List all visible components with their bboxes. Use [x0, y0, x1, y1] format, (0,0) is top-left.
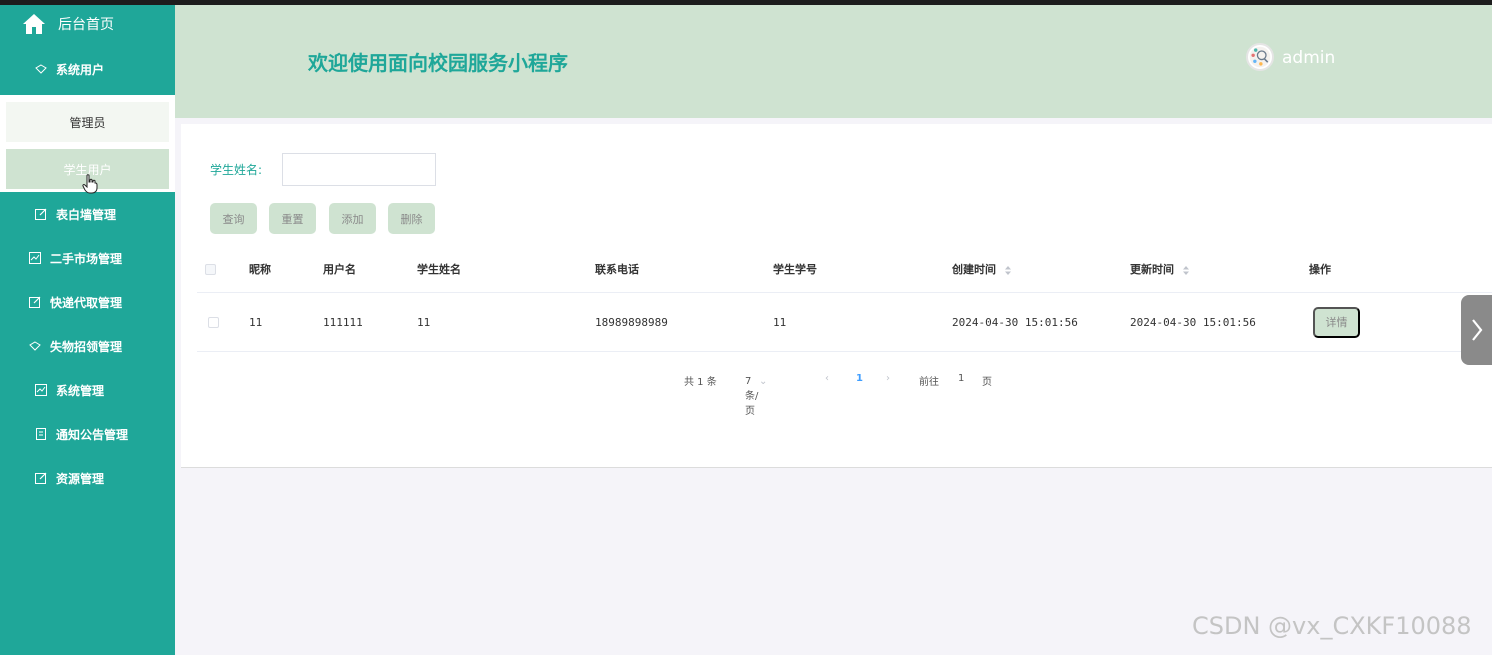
submenu-item-admin[interactable]: 管理员 [6, 102, 169, 142]
reset-button[interactable]: 重置 [269, 203, 316, 234]
add-button[interactable]: 添加 [329, 203, 376, 234]
edit-icon [28, 295, 42, 309]
sidebar-item-express[interactable]: 快递代取管理 [0, 280, 175, 324]
column-header-phone: 联系电话 [595, 263, 639, 276]
sidebar-item-notice[interactable]: 通知公告管理 [0, 412, 175, 456]
cell-updated: 2024-04-30 15:01:56 [1130, 315, 1256, 329]
chevron-right-icon [1472, 319, 1483, 341]
column-header-label: 创建时间 [952, 263, 996, 276]
sidebar-item-label: 失物招领管理 [50, 339, 123, 354]
page-number-current[interactable]: 1 [856, 373, 863, 384]
cell-nickname: 11 [249, 315, 263, 329]
sidebar-item-lost-found[interactable]: 失物招领管理 [0, 324, 175, 368]
cell-phone: 18989898989 [595, 315, 668, 329]
prev-page-icon[interactable]: ‹ [825, 373, 829, 384]
sidebar-item-label: 二手市场管理 [50, 251, 123, 266]
diamond-icon [34, 62, 48, 76]
goto-label: 前往 [919, 377, 939, 388]
column-header-created[interactable]: 创建时间 [952, 261, 1012, 277]
column-header-action: 操作 [1309, 263, 1331, 276]
column-header-updated[interactable]: 更新时间 [1130, 261, 1190, 277]
edit-icon [34, 207, 48, 221]
student-name-input[interactable] [282, 153, 436, 186]
page-title: 欢迎使用面向校园服务小程序 [308, 51, 568, 75]
watermark: CSDN @vx_CXKF10088 [1192, 612, 1472, 640]
chart-icon [34, 383, 48, 397]
cell-username: 111111 [323, 315, 363, 329]
avatar-image-icon [1249, 46, 1271, 68]
avatar[interactable] [1246, 43, 1274, 71]
expand-panel-button[interactable] [1461, 295, 1492, 365]
sidebar-item-system-users[interactable]: 系统用户 [0, 43, 175, 95]
sidebar-item-label: 系统用户 [56, 62, 105, 77]
sidebar-item-label: 系统管理 [56, 383, 105, 398]
top-header: 欢迎使用面向校园服务小程序 admin [175, 5, 1492, 118]
content-panel: 学生姓名: 查询 重置 添加 删除 昵称 用户名 学生姓名 联系电话 学生学号 … [181, 124, 1492, 468]
delete-button[interactable]: 删除 [388, 203, 435, 234]
sort-icon[interactable] [1182, 265, 1190, 276]
sidebar-item-label: 快递代取管理 [50, 295, 123, 310]
query-button[interactable]: 查询 [210, 203, 257, 234]
sidebar-item-resources[interactable]: 资源管理 [0, 456, 175, 500]
home-icon [23, 14, 45, 34]
hand-cursor-icon [82, 174, 98, 194]
next-page-icon[interactable]: › [886, 373, 890, 384]
username[interactable]: admin [1282, 48, 1335, 68]
sidebar-home[interactable]: 后台首页 [0, 5, 175, 43]
cell-student-id: 11 [773, 315, 787, 329]
sidebar-item-confession-wall[interactable]: 表白墙管理 [0, 192, 175, 236]
edit-icon [34, 471, 48, 485]
sidebar: 后台首页 系统用户 管理员 学生用户 表白墙管理 二手市场管理 快递代取管理 失… [0, 5, 175, 655]
column-header-student-id: 学生学号 [773, 263, 817, 276]
column-header-username: 用户名 [323, 263, 356, 276]
page-suffix: 页 [982, 377, 992, 388]
table-row: 11 111111 11 18989898989 11 2024-04-30 1… [197, 293, 1492, 352]
sidebar-item-label: 资源管理 [56, 471, 105, 486]
sidebar-home-label: 后台首页 [58, 17, 114, 33]
sort-icon[interactable] [1004, 265, 1012, 276]
search-label: 学生姓名: [210, 163, 263, 177]
column-header-nickname: 昵称 [249, 263, 271, 276]
column-header-label: 更新时间 [1130, 263, 1174, 276]
users-table: 昵称 用户名 学生姓名 联系电话 学生学号 创建时间 更新时间 操作 11 11… [197, 246, 1492, 352]
sidebar-item-label: 通知公告管理 [56, 427, 129, 442]
page-size-value: 7条/页 [745, 376, 759, 417]
goto-input[interactable]: 1 [958, 373, 964, 384]
table-header: 昵称 用户名 学生姓名 联系电话 学生学号 创建时间 更新时间 操作 [197, 246, 1492, 293]
sidebar-item-system[interactable]: 系统管理 [0, 368, 175, 412]
sidebar-item-second-hand[interactable]: 二手市场管理 [0, 236, 175, 280]
select-all-checkbox[interactable] [205, 263, 216, 275]
diamond-icon [28, 339, 42, 353]
document-icon [34, 427, 48, 441]
cell-created: 2024-04-30 15:01:56 [952, 315, 1078, 329]
row-checkbox[interactable] [208, 316, 219, 328]
cell-student-name: 11 [417, 315, 431, 329]
pagination: 共 1 条 7条/页 ⌄ ‹ 1 › 前往 1 页 [181, 370, 1492, 417]
sidebar-item-label: 表白墙管理 [56, 207, 117, 222]
pagination-total: 共 1 条 [684, 377, 717, 388]
detail-button[interactable]: 详情 [1313, 306, 1360, 338]
chart-icon [28, 251, 42, 265]
column-header-student-name: 学生姓名 [417, 263, 461, 276]
chevron-down-icon: ⌄ [759, 376, 768, 387]
